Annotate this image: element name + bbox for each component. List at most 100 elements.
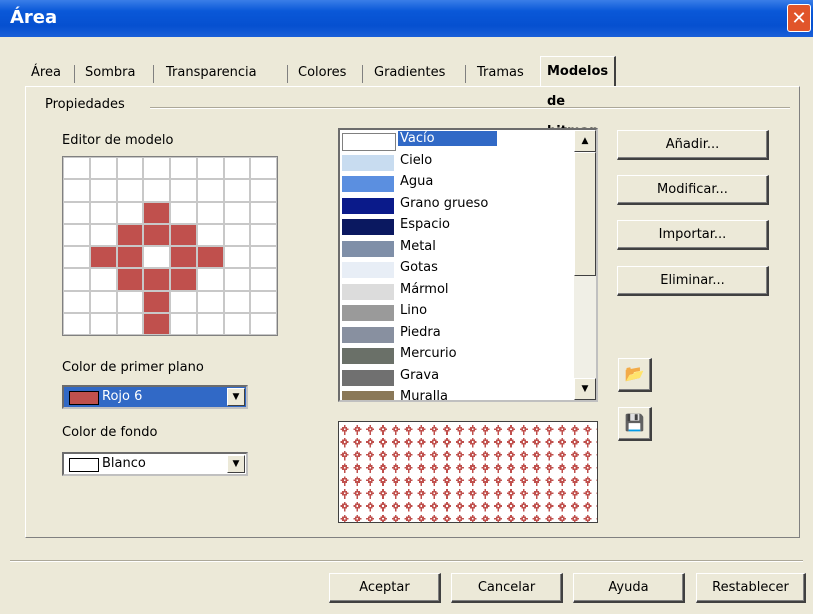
pattern-cell[interactable] [196,201,224,224]
pattern-cell[interactable] [89,201,117,224]
save-button[interactable]: 💾 [618,407,652,441]
pattern-cell[interactable] [196,246,224,269]
cancel-button[interactable]: Cancelar [451,573,563,603]
pattern-cell[interactable] [63,290,90,313]
pattern-cell[interactable] [116,201,144,224]
list-item[interactable]: Agua [340,173,576,195]
pattern-cell[interactable] [170,179,197,202]
pattern-cell[interactable] [170,246,197,269]
pattern-cell[interactable] [250,290,277,313]
list-item[interactable]: Muralla [340,388,576,400]
pattern-cell[interactable] [196,179,224,202]
pattern-cell[interactable] [250,312,277,335]
modify-button[interactable]: Modificar... [617,175,769,205]
pattern-editor[interactable] [62,156,278,336]
chevron-down-icon[interactable]: ▼ [227,455,245,473]
tab-gradientes[interactable]: Gradientes [374,60,445,86]
pattern-cell[interactable] [63,268,90,291]
add-button[interactable]: Añadir... [617,130,769,160]
pattern-cell[interactable] [223,223,251,246]
list-item[interactable]: Grano grueso [340,195,576,217]
pattern-cell[interactable] [223,179,251,202]
pattern-cell[interactable] [250,179,277,202]
tab-tramas[interactable]: Tramas [477,60,524,86]
pattern-cell[interactable] [116,246,144,269]
pattern-cell[interactable] [223,201,251,224]
pattern-cell[interactable] [196,223,224,246]
pattern-cell[interactable] [250,246,277,269]
pattern-cell[interactable] [196,268,224,291]
list-item[interactable]: Mármol [340,281,576,303]
tab-transparencia[interactable]: Transparencia [166,60,257,86]
help-button[interactable]: Ayuda [573,573,685,603]
tab-sombra[interactable]: Sombra [85,60,135,86]
pattern-cell[interactable] [63,312,90,335]
chevron-down-icon[interactable]: ▼ [227,388,245,406]
pattern-cell[interactable] [250,223,277,246]
pattern-cell[interactable] [223,246,251,269]
pattern-cell[interactable] [250,201,277,224]
list-item[interactable]: Espacio [340,216,576,238]
delete-button[interactable]: Eliminar... [617,266,769,296]
open-button[interactable]: 📂 [618,358,652,392]
list-item[interactable]: Vacío [340,130,576,152]
reset-button[interactable]: Restablecer [696,573,806,603]
pattern-cell[interactable] [143,312,170,335]
pattern-cell[interactable] [143,223,170,246]
scroll-thumb[interactable] [574,152,596,276]
pattern-cell[interactable] [196,290,224,313]
background-color-select[interactable]: Blanco ▼ [62,452,248,476]
pattern-cell[interactable] [196,157,224,180]
pattern-cell[interactable] [116,268,144,291]
list-item[interactable]: Cielo [340,152,576,174]
pattern-cell[interactable] [223,312,251,335]
pattern-cell[interactable] [116,312,144,335]
pattern-cell[interactable] [89,290,117,313]
pattern-cell[interactable] [143,179,170,202]
list-item[interactable]: Mercurio [340,345,576,367]
close-button[interactable]: ✕ [787,4,811,32]
pattern-cell[interactable] [223,157,251,180]
pattern-cell[interactable] [143,201,170,224]
pattern-cell[interactable] [170,201,197,224]
bitmap-list[interactable]: Vacío Cielo Agua Grano grueso Espacio Metal Go… [338,128,598,402]
pattern-cell[interactable] [170,268,197,291]
pattern-cell[interactable] [223,268,251,291]
pattern-cell[interactable] [250,157,277,180]
pattern-cell[interactable] [143,157,170,180]
tab-colores[interactable]: Colores [298,60,346,86]
list-scrollbar[interactable]: ▲ ▼ [574,130,596,400]
scroll-up-icon[interactable]: ▲ [574,130,596,152]
list-item[interactable]: Metal [340,238,576,260]
pattern-cell[interactable] [223,290,251,313]
list-item[interactable]: Lino [340,302,576,324]
pattern-cell[interactable] [116,179,144,202]
pattern-cell[interactable] [89,312,117,335]
pattern-cell[interactable] [170,157,197,180]
ok-button[interactable]: Aceptar [329,573,441,603]
import-button[interactable]: Importar... [617,220,769,250]
pattern-cell[interactable] [63,223,90,246]
list-item[interactable]: Grava [340,367,576,389]
pattern-cell[interactable] [143,268,170,291]
pattern-cell[interactable] [89,157,117,180]
list-item[interactable]: Piedra [340,324,576,346]
pattern-cell[interactable] [89,246,117,269]
pattern-cell[interactable] [116,157,144,180]
pattern-cell[interactable] [63,246,90,269]
pattern-cell[interactable] [63,201,90,224]
foreground-color-select[interactable]: Rojo 6 ▼ [62,385,248,409]
pattern-cell[interactable] [116,290,144,313]
pattern-cell[interactable] [89,223,117,246]
pattern-cell[interactable] [63,157,90,180]
tab-area[interactable]: Área [31,60,61,86]
pattern-cell[interactable] [89,268,117,291]
pattern-cell[interactable] [89,179,117,202]
pattern-cell[interactable] [143,290,170,313]
pattern-cell[interactable] [170,223,197,246]
pattern-cell[interactable] [196,312,224,335]
pattern-cell[interactable] [116,223,144,246]
pattern-cell[interactable] [63,179,90,202]
pattern-cell[interactable] [170,312,197,335]
pattern-cell[interactable] [143,246,170,269]
